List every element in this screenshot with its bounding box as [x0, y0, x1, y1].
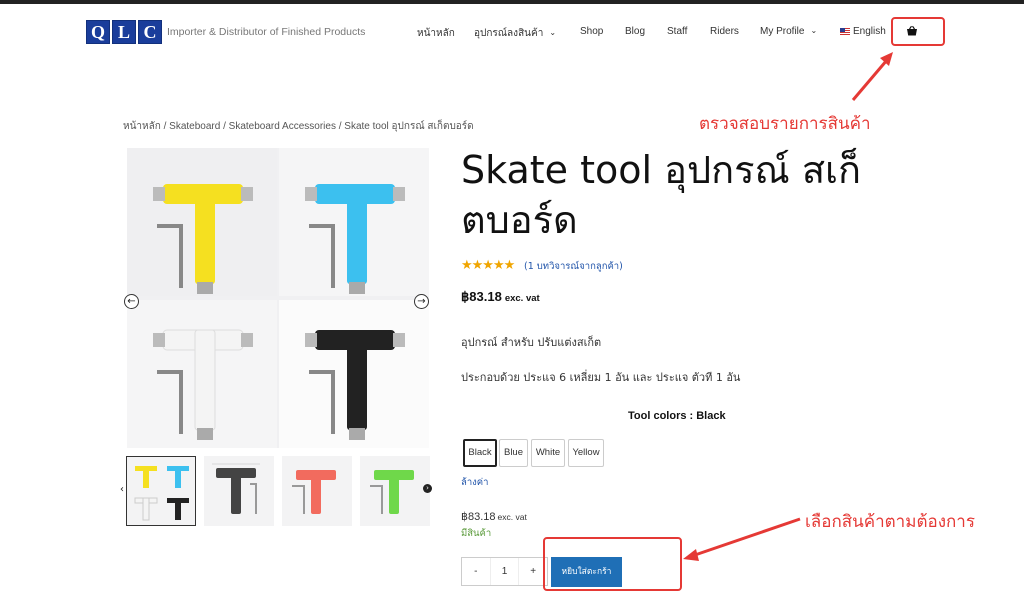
- nav-item-blog[interactable]: Blog: [625, 26, 645, 37]
- nav-item-categories[interactable]: อุปกรณ์ลงสินค้า ⌄: [474, 26, 556, 41]
- nav-item-my-profile[interactable]: My Profile ⌄: [760, 26, 817, 37]
- t-tool-blue-image: [305, 184, 405, 294]
- variation-price-value: ฿83.18: [461, 511, 496, 523]
- nav-item-label: English: [853, 26, 886, 37]
- nav-item-label: Shop: [580, 26, 604, 37]
- add-to-cart-button[interactable]: หยิบใส่ตะกร้า: [551, 557, 622, 587]
- thumbnail-green[interactable]: [360, 456, 430, 526]
- nav-item-label: หน้าหลัก: [417, 28, 455, 39]
- nav-item-shop[interactable]: Shop: [580, 26, 603, 37]
- stock-status: มีสินค้า: [461, 528, 492, 539]
- thumbnail-dimensions[interactable]: [204, 456, 274, 526]
- quantity-decrease-button[interactable]: -: [462, 558, 490, 585]
- nav-item-language[interactable]: English: [840, 26, 886, 37]
- mini-tool-stem: [175, 498, 181, 520]
- site-tagline: Importer & Distributor of Finished Produ…: [167, 26, 366, 38]
- shopping-basket-icon[interactable]: [906, 25, 918, 37]
- rating-stars: ★★★★★: [461, 258, 515, 273]
- tool-image-black: [279, 300, 429, 448]
- cart-highlight-box: [891, 17, 945, 46]
- arrow-left-icon[interactable]: ←: [124, 294, 139, 309]
- nav-item-label: Staff: [667, 26, 688, 37]
- nav-item-label: My Profile: [760, 26, 805, 37]
- color-option-black[interactable]: Black: [463, 439, 497, 467]
- nav-item-label: Blog: [625, 26, 646, 37]
- chevron-left-icon[interactable]: ‹: [120, 484, 124, 495]
- t-tool-black-image: [305, 330, 405, 440]
- quantity-stepper: - 1 +: [461, 557, 548, 586]
- product-price: ฿83.18 exc. vat: [461, 289, 540, 305]
- thumbnail-red[interactable]: [282, 456, 352, 526]
- breadcrumb-separator: /: [160, 121, 170, 132]
- site-logo[interactable]: Q L C: [86, 20, 162, 44]
- chevron-right-icon[interactable]: ›: [423, 484, 432, 493]
- product-title: Skate tool อุปกรณ์ สเก็ตบอร์ด: [461, 148, 862, 242]
- product-description-line-1: อุปกรณ์ สำหรับ ปรับแต่งสเก็ต: [461, 336, 602, 349]
- tool-image-white: [127, 300, 277, 448]
- tool-image-yellow: [127, 148, 277, 296]
- reviews-link[interactable]: (1 บทวิจารณ์จากลูกค้า): [524, 259, 623, 274]
- logo-letter: Q: [86, 20, 110, 44]
- logo-letter: C: [138, 20, 162, 44]
- mini-tool-stem: [175, 466, 181, 488]
- quantity-input[interactable]: 1: [489, 558, 520, 585]
- nav-item-label: อุปกรณ์ลงสินค้า: [474, 28, 544, 39]
- variation-price-suffix: exc. vat: [497, 512, 527, 522]
- annotation-select-note: เลือกสินค้าตามต้องการ: [805, 512, 975, 532]
- nav-item-home[interactable]: หน้าหลัก: [417, 26, 455, 41]
- price-suffix: exc. vat: [504, 293, 540, 304]
- clear-selection-link[interactable]: ล้างค่า: [461, 475, 488, 490]
- chevron-down-icon: ⌄: [549, 28, 557, 37]
- breadcrumb: หน้าหลัก / Skateboard / Skateboard Acces…: [123, 119, 474, 134]
- breadcrumb-item[interactable]: Skateboard Accessories: [229, 121, 336, 132]
- breadcrumb-item[interactable]: Skateboard: [169, 121, 220, 132]
- thumbnail-image: [370, 470, 414, 514]
- thumbnail-image: [134, 466, 189, 521]
- color-option-yellow[interactable]: Yellow: [568, 439, 604, 467]
- arrow-right-icon[interactable]: →: [414, 294, 429, 309]
- nav-item-staff[interactable]: Staff: [667, 26, 687, 37]
- chevron-down-icon: ⌄: [810, 26, 818, 35]
- thumbnail-all-colors[interactable]: [126, 456, 196, 526]
- t-tool-yellow-image: [153, 184, 253, 294]
- breadcrumb-current: Skate tool อุปกรณ์ สเก็ตบอร์ด: [344, 121, 474, 132]
- t-tool-white-image: [153, 329, 253, 440]
- mini-tool-stem: [142, 497, 150, 521]
- price-value: ฿83.18: [461, 289, 502, 304]
- logo-letter: L: [112, 20, 136, 44]
- variation-price: ฿83.18 exc. vat: [461, 510, 527, 523]
- product-description-line-2: ประกอบด้วย ประแจ 6 เหลี่ยม 1 อัน และ ประ…: [461, 371, 741, 384]
- color-option-blue[interactable]: Blue: [499, 439, 528, 467]
- thumbnail-image: [292, 470, 336, 514]
- thumbnail-image: [212, 463, 260, 514]
- us-flag-icon: [840, 27, 850, 35]
- nav-item-riders[interactable]: Riders: [710, 26, 739, 37]
- nav-item-label: Riders: [710, 26, 739, 37]
- color-option-white[interactable]: White: [531, 439, 565, 467]
- top-bar: [0, 0, 1024, 4]
- annotation-cart-note: ตรวจสอบรายการสินค้า: [699, 114, 871, 134]
- tool-image-blue: [279, 148, 429, 296]
- mini-tool-stem: [143, 466, 149, 488]
- product-thumbnails: ‹ ›: [120, 456, 432, 527]
- breadcrumb-separator: /: [220, 121, 229, 132]
- tool-colors-label: Tool colors : Black: [628, 410, 726, 422]
- product-main-image[interactable]: [127, 148, 429, 448]
- breadcrumb-item[interactable]: หน้าหลัก: [123, 121, 161, 132]
